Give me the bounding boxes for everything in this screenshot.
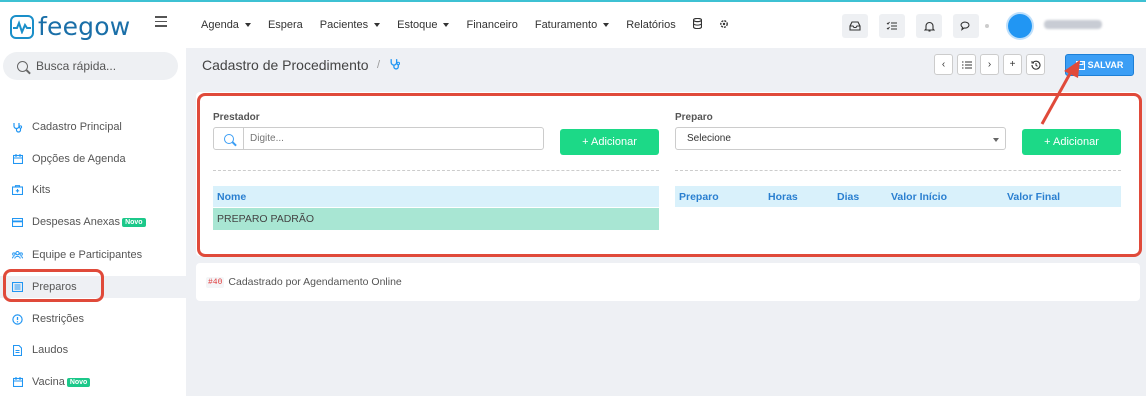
nav-label: Pacientes [319,19,369,31]
sidebar-item-vacina[interactable]: Vacina Novo [0,371,186,393]
annotation-arrow [1040,60,1080,125]
nav-label: Estoque [397,19,438,31]
new-badge: Novo [66,377,91,387]
sidebar-item-laudos[interactable]: Laudos [0,339,186,361]
chevron-right-icon: › [987,59,992,70]
highlight-card [197,93,1142,257]
document-icon [12,344,23,356]
calendar-icon [12,154,23,165]
sidebar-item-label: Laudos [32,344,69,356]
heartbeat-icon [10,14,34,39]
nav-faturamento[interactable]: Faturamento [534,19,610,31]
alert-icon [12,313,23,325]
sidebar-item-label: Restrições [32,313,84,325]
sidebar-item-kits[interactable]: Kits [0,179,186,201]
nav-agenda[interactable]: Agenda [201,19,251,31]
caret-down-icon [244,23,251,27]
quick-search[interactable]: Busca rápida... [3,52,178,80]
registration-info: #40 Cadastrado por Agendamento Online [196,263,1140,301]
registration-note: Cadastrado por Agendamento Online [228,276,402,288]
page-title: Cadastro de Procedimento [202,57,369,73]
nav-label: Agenda [201,19,239,31]
sidebar: Busca rápida... Cadastro Principal Opçõe… [0,48,186,396]
caret-down-icon [374,23,381,27]
stethoscope-icon [389,58,401,73]
new-button[interactable]: + [1003,54,1022,75]
sidebar-item-cadastro-principal[interactable]: Cadastro Principal [0,116,186,138]
nav-label: Faturamento [534,19,598,31]
page-header: Cadastro de Procedimento / ‹ › + SALVAR [186,48,1146,84]
sidebar-item-label: Equipe e Participantes [32,249,143,261]
sidebar-item-label: Despesas Anexas [32,216,121,228]
save-label: SALVAR [1087,60,1124,70]
menu-icon[interactable] [155,16,167,30]
record-id: #40 [206,276,225,288]
search-placeholder: Busca rápida... [36,59,117,73]
card-icon [12,217,23,228]
sidebar-item-equipe[interactable]: Equipe e Participantes [0,244,186,266]
inbox-icon[interactable] [842,14,868,38]
top-bar: feegow Agenda Espera Pacientes Estoque F… [0,0,1146,48]
caret-down-icon [443,23,450,27]
nav-relatorios[interactable]: Relatórios [626,19,676,31]
calendar-icon [12,377,23,388]
nav-estoque[interactable]: Estoque [397,19,450,31]
sidebar-item-despesas-anexas[interactable]: Despesas Anexas Novo [0,211,186,233]
brand-name: feegow [38,12,131,41]
database-icon[interactable] [692,17,702,32]
previous-button[interactable]: ‹ [934,54,953,75]
sidebar-item-label: Kits [32,184,51,196]
gear-icon[interactable] [719,19,729,32]
highlight-preparos [3,269,104,302]
chevron-left-icon: ‹ [941,59,946,70]
nav-label: Financeiro [466,19,518,31]
nav-financeiro[interactable]: Financeiro [466,19,517,31]
list-view-button[interactable] [957,54,976,75]
avatar[interactable] [1008,14,1032,38]
sidebar-item-label: Opções de Agenda [32,153,126,165]
sidebar-item-label: Vacina [32,376,65,388]
sidebar-item-opcoes-agenda[interactable]: Opções de Agenda [0,148,186,170]
list-icon [961,60,972,69]
sidebar-item-label: Cadastro Principal [32,121,122,133]
plus-icon: + [1009,59,1016,70]
bell-icon[interactable] [916,14,942,38]
breadcrumb-separator: / [377,59,381,71]
kit-icon [12,185,23,196]
chat-icon[interactable] [953,14,979,38]
stethoscope-icon [12,122,23,133]
new-badge: Novo [122,217,146,227]
caret-down-icon [603,23,610,27]
brand-logo[interactable]: feegow [10,12,130,41]
checklist-icon[interactable] [879,14,905,38]
nav-pacientes[interactable]: Pacientes [319,19,381,31]
nav-label: Espera [267,19,303,31]
search-icon [17,60,28,72]
nav-espera[interactable]: Espera [268,19,303,31]
sidebar-item-restricoes[interactable]: Restrições [0,308,186,330]
team-icon [12,250,23,261]
nav-label: Relatórios [626,19,676,31]
user-name-blurred[interactable] [1044,20,1102,29]
separator [985,24,989,28]
main-nav: Agenda Espera Pacientes Estoque Financei… [201,2,746,48]
next-button[interactable]: › [980,54,999,75]
